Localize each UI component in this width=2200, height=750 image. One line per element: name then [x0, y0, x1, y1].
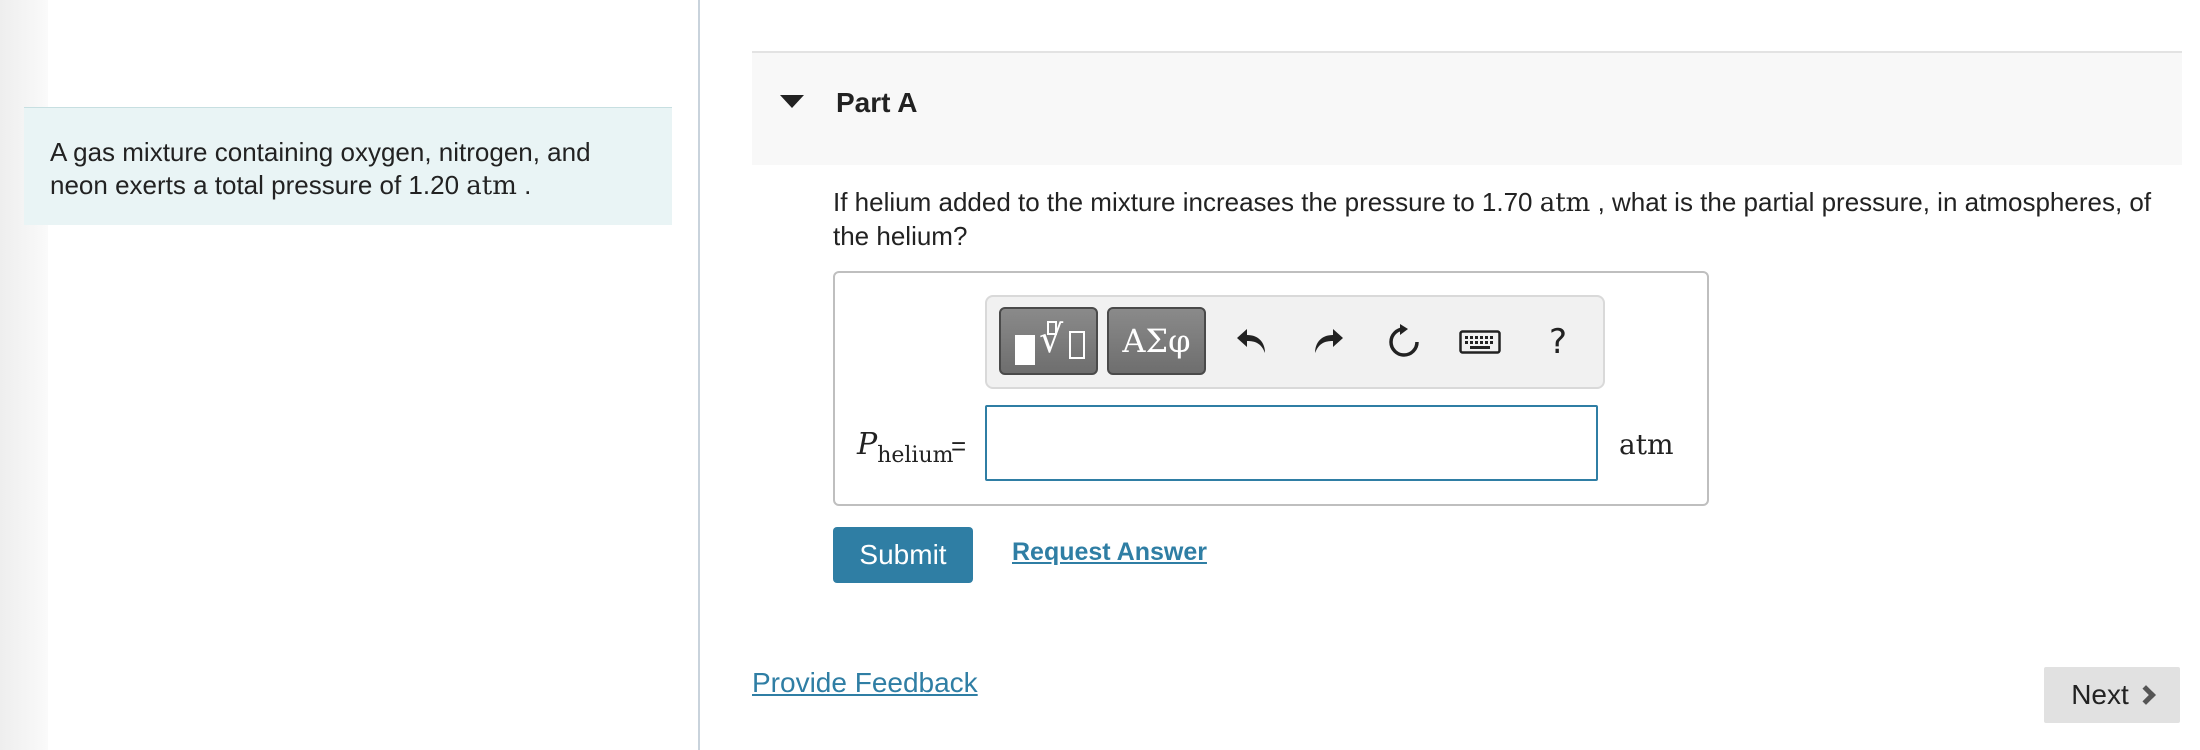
variable-subscript: helium — [877, 443, 954, 468]
math-toolbar: √ ΑΣφ ? — [985, 295, 1605, 389]
pane-divider — [698, 0, 700, 750]
collapse-caret-icon[interactable] — [780, 95, 804, 108]
variable-symbol: P — [857, 427, 878, 462]
equals-sign: = — [951, 431, 967, 461]
keyboard-icon[interactable] — [1455, 317, 1505, 367]
redo-icon[interactable] — [1303, 317, 1353, 367]
question-text: If helium added to the mixture increases… — [833, 186, 2173, 253]
question-unit: atm — [1539, 188, 1591, 218]
answer-input[interactable] — [985, 405, 1598, 481]
answer-unit: atm — [1619, 428, 1674, 461]
submit-button[interactable]: Submit — [833, 527, 973, 583]
undo-icon[interactable] — [1227, 317, 1277, 367]
templates-button[interactable]: √ — [999, 307, 1098, 375]
part-header[interactable]: Part A — [752, 51, 2182, 165]
next-label: Next — [2071, 679, 2129, 710]
answer-variable: Phelium — [857, 427, 953, 468]
templates-icon — [1015, 335, 1035, 365]
help-button[interactable]: ? — [1533, 317, 1583, 367]
chevron-right-icon — [2135, 685, 2156, 705]
answer-box: √ ΑΣφ ? Phelium = atm — [833, 271, 1709, 506]
template-box-icon — [1069, 331, 1085, 359]
part-title: Part A — [836, 87, 918, 118]
context-end: . — [524, 170, 532, 200]
problem-context: A gas mixture containing oxygen, nitroge… — [24, 107, 672, 225]
next-button[interactable]: Next — [2044, 667, 2180, 723]
reset-icon[interactable] — [1379, 317, 1429, 367]
provide-feedback-link[interactable]: Provide Feedback — [752, 667, 978, 699]
request-answer-link[interactable]: Request Answer — [1012, 538, 1207, 567]
context-unit: atm — [466, 171, 517, 201]
sqrt-icon: √ — [1039, 317, 1064, 361]
context-pane: A gas mixture containing oxygen, nitroge… — [0, 0, 699, 750]
greek-letters-button[interactable]: ΑΣφ — [1107, 307, 1206, 375]
question-pre: If helium added to the mixture increases… — [833, 187, 1533, 217]
